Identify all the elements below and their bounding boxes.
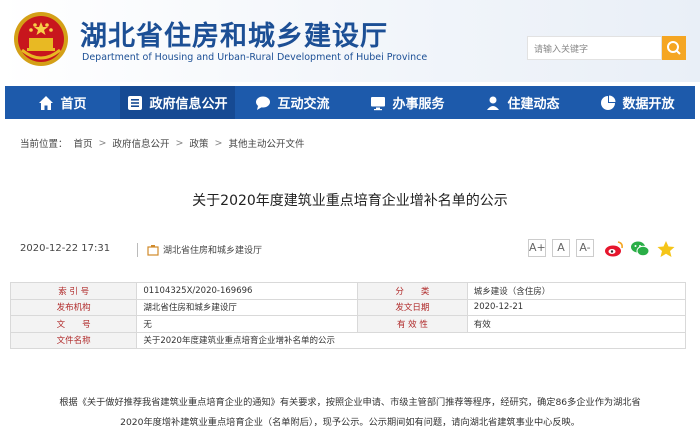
nav-item-home[interactable]: 首页 bbox=[5, 86, 120, 119]
font-default-button[interactable]: A bbox=[552, 239, 570, 257]
nav-item-open-data[interactable]: 数据开放 bbox=[580, 86, 695, 119]
index-number-label: 索 引 号 bbox=[9, 282, 138, 300]
nav-item-services[interactable]: 办事服务 bbox=[350, 86, 465, 119]
breadcrumb-item-other-files[interactable]: 其他主动公开文件 bbox=[228, 136, 304, 150]
table-row: 发布机构 湖北省住房和城乡建设厅 发文日期 2020-12-21 bbox=[9, 298, 687, 316]
table-row: 文 号 无 有 效 性 有效 bbox=[9, 315, 687, 333]
file-name-value: 关于2020年度建筑业重点培育企业增补名单的公示 bbox=[136, 331, 686, 349]
document-number-label: 文 号 bbox=[9, 315, 138, 333]
site-subtitle: Department of Housing and Urban-Rural De… bbox=[82, 52, 428, 63]
article-body: 根据《关于做好推荐我省建筑业重点培育企业的通知》有关要求，按照企业申请、市级主管… bbox=[20, 393, 680, 433]
search-icon bbox=[667, 41, 681, 55]
nav-item-label: 办事服务 bbox=[392, 97, 445, 112]
nav-item-label: 数据开放 bbox=[622, 97, 675, 112]
monitor-icon bbox=[371, 96, 386, 110]
publisher-label: 发布机构 bbox=[9, 298, 138, 316]
table-row: 索 引 号 01104325X/2020-169696 分 类 城乡建设（含住房… bbox=[9, 282, 687, 300]
breadcrumb-item-home[interactable]: 首页 bbox=[74, 136, 93, 150]
body-paragraph-line: 2020年度增补建筑业重点培育企业（名单附后），现予公示。公示期间如有问题，请向… bbox=[120, 417, 580, 428]
breadcrumb-separator: > bbox=[175, 137, 184, 149]
validity-value: 有效 bbox=[466, 315, 687, 333]
main-nav: 首页 政府信息公开 互动交流 办事服务 住建动态 数据开放 bbox=[5, 86, 695, 119]
table-row: 文件名称 关于2020年度建筑业重点培育企业增补名单的公示 bbox=[9, 331, 686, 349]
font-increase-button[interactable]: A+ bbox=[528, 239, 546, 257]
publish-date: 2020-12-22 17:31 bbox=[20, 243, 111, 254]
category-value: 城乡建设（含住房） bbox=[466, 282, 687, 300]
article-source: 湖北省住房和城乡建设厅 bbox=[163, 246, 263, 256]
site-header: 湖北省住房和城乡建设厅 Department of Housing and Ur… bbox=[0, 0, 700, 82]
breadcrumb-separator: > bbox=[214, 137, 223, 149]
document-number-value: 无 bbox=[136, 315, 359, 333]
breadcrumb-item-policy[interactable]: 政策 bbox=[189, 136, 208, 150]
validity-label: 有 效 性 bbox=[357, 315, 468, 333]
publisher-value: 湖北省住房和城乡建设厅 bbox=[136, 298, 359, 316]
document-info-table: 索 引 号 01104325X/2020-169696 分 类 城乡建设（含住房… bbox=[9, 282, 687, 349]
article-meta: 2020-12-22 17:31 湖北省住房和城乡建设厅 A+ A A- bbox=[10, 236, 690, 264]
body-paragraph-line: 根据《关于做好推荐我省建筑业重点培育企业的通知》有关要求，按照企业申请、市级主管… bbox=[59, 397, 641, 408]
chat-icon bbox=[256, 96, 271, 110]
category-label: 分 类 bbox=[357, 282, 468, 300]
nav-item-label: 住建动态 bbox=[507, 97, 560, 112]
file-name-label: 文件名称 bbox=[9, 331, 138, 349]
nav-item-label: 互动交流 bbox=[277, 97, 330, 112]
issue-date-value: 2020-12-21 bbox=[466, 298, 687, 316]
breadcrumb: 当前位置： 首页 > 政府信息公开 > 政策 > 其他主动公开文件 bbox=[20, 136, 304, 151]
search-button[interactable] bbox=[662, 36, 686, 60]
favorite-star-icon[interactable] bbox=[656, 240, 676, 258]
building-icon bbox=[147, 245, 159, 256]
nav-item-interaction[interactable]: 互动交流 bbox=[235, 86, 350, 119]
font-decrease-button[interactable]: A- bbox=[576, 239, 594, 257]
index-number-value: 01104325X/2020-169696 bbox=[136, 282, 359, 300]
breadcrumb-prefix: 当前位置： bbox=[20, 139, 68, 150]
wechat-icon[interactable] bbox=[630, 240, 650, 258]
nav-item-gov-info[interactable]: 政府信息公开 bbox=[120, 86, 235, 119]
nav-item-label: 政府信息公开 bbox=[149, 97, 228, 112]
article-title: 关于2020年度建筑业重点培育企业增补名单的公示 bbox=[192, 193, 508, 209]
home-icon bbox=[39, 95, 54, 110]
search-input[interactable] bbox=[528, 39, 661, 61]
search-box bbox=[527, 36, 662, 61]
national-emblem-icon bbox=[14, 12, 68, 66]
breadcrumb-separator: > bbox=[98, 137, 107, 149]
pie-chart-icon bbox=[601, 95, 616, 110]
breadcrumb-item-gov-info[interactable]: 政府信息公开 bbox=[113, 136, 170, 150]
weibo-icon[interactable] bbox=[604, 240, 624, 258]
meta-divider bbox=[137, 243, 138, 257]
issue-date-label: 发文日期 bbox=[357, 298, 468, 316]
person-icon bbox=[487, 96, 500, 110]
list-icon bbox=[128, 95, 143, 110]
site-title[interactable]: 湖北省住房和城乡建设厅 bbox=[80, 14, 388, 53]
nav-item-news[interactable]: 住建动态 bbox=[465, 86, 580, 119]
nav-item-label: 首页 bbox=[60, 97, 87, 112]
